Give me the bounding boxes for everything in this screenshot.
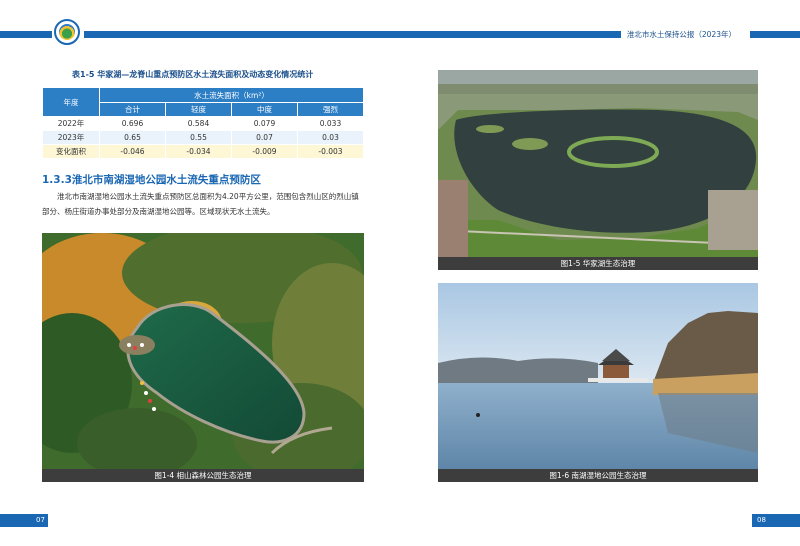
cell: 0.033	[297, 116, 364, 131]
col-header: 轻度	[165, 102, 232, 117]
table-row: 2023年 0.65 0.55 0.07 0.03	[42, 130, 364, 145]
cell: 0.584	[165, 116, 232, 131]
huajia-lake-photo	[438, 70, 758, 257]
forest-park-photo	[42, 233, 364, 469]
section-title: 1.3.3淮北市南湖湿地公园水土流失重点预防区	[42, 174, 261, 186]
table-row: 变化面积 -0.046 -0.034 -0.009 -0.003	[42, 144, 364, 159]
table-title: 表1-5 华家湖—龙脊山重点预防区水土流失面积及动态变化情况统计	[72, 70, 314, 79]
header-bar-left	[0, 31, 52, 38]
cell: 0.03	[297, 130, 364, 145]
row-label: 2023年	[42, 130, 100, 145]
row-label: 2022年	[42, 116, 100, 131]
col-header: 中度	[231, 102, 298, 117]
table-row: 2022年 0.696 0.584 0.079 0.033	[42, 116, 364, 131]
page-number-right: 08	[752, 514, 800, 527]
cell: -0.034	[165, 144, 232, 159]
cell: -0.003	[297, 144, 364, 159]
figure-caption: 图1-6 南湖湿地公园生态治理	[438, 469, 758, 482]
cell: 0.07	[231, 130, 298, 145]
figure-caption: 图1-5 华家湖生态治理	[438, 257, 758, 270]
header-title: 淮北市水土保持公报（2023年）	[620, 29, 742, 40]
col-header: 强烈	[297, 102, 364, 117]
row-label: 变化面积	[42, 144, 100, 159]
row-header: 年度	[42, 87, 100, 117]
cell: -0.046	[99, 144, 166, 159]
col-header: 合计	[99, 102, 166, 117]
nanhu-wetland-photo	[438, 283, 758, 469]
soil-erosion-table: 年度 水土流失面积（km²） 合计 轻度 中度 强烈 2022年 0.696 0…	[42, 87, 364, 159]
page-number-left: 07	[0, 514, 48, 527]
cell: 0.55	[165, 130, 232, 145]
cell: 0.65	[99, 130, 166, 145]
section-paragraph: 淮北市南湖湿地公园水土流失重点预防区总面积为4.20平方公里，范围包含烈山区的烈…	[42, 192, 359, 216]
cell: 0.696	[99, 116, 166, 131]
cell: 0.079	[231, 116, 298, 131]
cell: -0.009	[231, 144, 298, 159]
emblem-logo	[54, 19, 80, 45]
header-bar-end	[750, 31, 800, 38]
figure-caption: 图1-4 相山森林公园生态治理	[42, 469, 364, 482]
group-header: 水土流失面积（km²）	[99, 87, 364, 103]
